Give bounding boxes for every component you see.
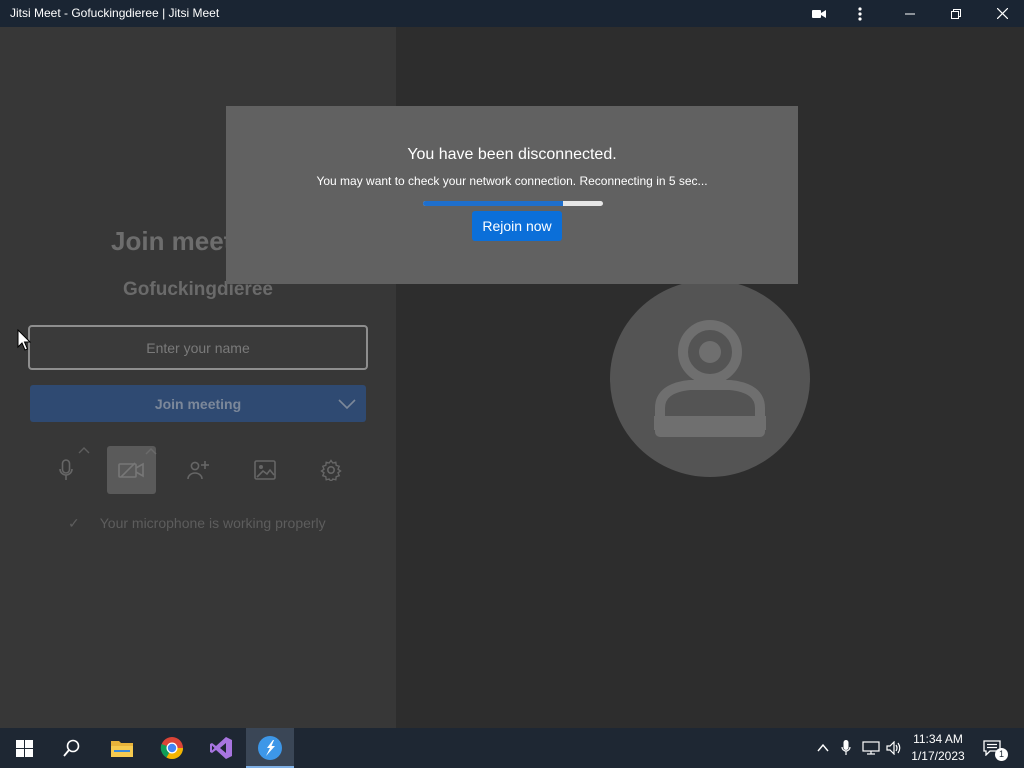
network-icon[interactable] (860, 728, 882, 768)
name-input[interactable] (28, 325, 368, 370)
restore-button[interactable] (934, 0, 978, 27)
dialog-message: You may want to check your network conne… (316, 174, 708, 188)
settings-gear-icon[interactable] (317, 457, 345, 483)
clock-date: 1/17/2023 (911, 749, 965, 763)
volume-icon[interactable] (884, 728, 904, 768)
visual-studio-icon[interactable] (197, 728, 245, 768)
video-camera-icon[interactable] (806, 0, 832, 27)
chevron-up-icon[interactable] (812, 728, 834, 768)
mic-status-text: Your microphone is working properly (99, 515, 326, 531)
taskbar: 11:34 AM 1/17/2023 1 (0, 728, 1024, 768)
windows-start-icon[interactable] (0, 728, 48, 768)
window-titlebar: Jitsi Meet - Gofuckingdieree | Jitsi Mee… (0, 0, 1024, 27)
jitsi-app: Join meet Gofuckingdieree Join meeting (0, 27, 1024, 728)
chevron-up-icon[interactable] (77, 445, 91, 455)
virtual-background-icon[interactable] (251, 457, 279, 483)
close-button[interactable] (980, 0, 1024, 27)
camera-off-icon (117, 459, 145, 481)
disconnected-dialog: You have been disconnected. You may want… (226, 106, 798, 284)
chrome-icon[interactable] (148, 728, 196, 768)
check-icon: ✓ (68, 515, 80, 531)
jitsi-meet-taskbar-icon[interactable] (246, 728, 294, 768)
join-meeting-button[interactable]: Join meeting (30, 385, 366, 422)
prejoin-heading: Join meet (111, 226, 233, 256)
dialog-heading: You have been disconnected. (407, 146, 617, 163)
clock-time: 11:34 AM (913, 732, 963, 746)
reconnect-progress-fill (423, 201, 564, 206)
notification-count-badge: 1 (995, 748, 1008, 761)
system-clock[interactable]: 11:34 AM 1/17/2023 (906, 731, 970, 765)
mic-status: ✓ Your microphone is working properly (68, 515, 326, 532)
microphone-tray-icon[interactable] (836, 728, 856, 768)
reconnect-progress-bar (423, 201, 603, 206)
user-avatar-icon (654, 320, 766, 437)
invite-people-icon[interactable] (184, 457, 212, 483)
chevron-up-icon[interactable] (144, 445, 158, 457)
file-explorer-icon[interactable] (98, 728, 146, 768)
rejoin-now-button[interactable]: Rejoin now (472, 211, 562, 241)
avatar (610, 280, 810, 477)
microphone-icon[interactable] (52, 455, 80, 485)
minimize-button[interactable] (888, 0, 932, 27)
more-options-icon[interactable] (850, 0, 870, 27)
mouse-cursor-icon (17, 328, 32, 356)
chevron-down-icon[interactable] (338, 396, 356, 414)
window-title: Jitsi Meet - Gofuckingdieree | Jitsi Mee… (10, 6, 220, 20)
join-meeting-label: Join meeting (154, 395, 242, 412)
search-icon[interactable] (48, 728, 96, 768)
